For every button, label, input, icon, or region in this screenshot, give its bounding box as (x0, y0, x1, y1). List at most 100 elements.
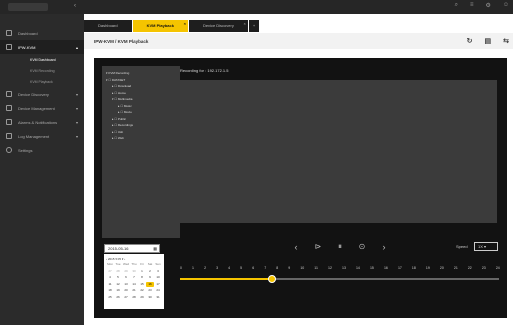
sidebar-item-kvm-recording[interactable]: KVM Recording (0, 65, 84, 76)
sidebar-item-ipw-kvm[interactable]: IPW-KVM ▴ (0, 40, 84, 54)
calendar-day[interactable]: 22 (138, 288, 146, 294)
sidebar-item-device-discovery[interactable]: Device Discovery ▾ (0, 87, 84, 101)
timeline-hour-label: 16 (383, 266, 388, 270)
calendar-day[interactable]: 21 (130, 288, 138, 294)
timeline-hour-label: 21 (453, 266, 458, 270)
timeline-hour-label: 4 (228, 266, 231, 270)
tab-bar: Dashboard KVM Playback × Device Discovery… (84, 20, 260, 32)
calendar-day[interactable]: 11 (106, 282, 114, 288)
pause-icon[interactable]: ⏸ (334, 241, 346, 253)
next-icon[interactable]: › (378, 241, 390, 253)
tab-kvm-playback[interactable]: KVM Playback × (132, 18, 188, 32)
timeline-track[interactable] (180, 275, 499, 283)
timeline-hour-label: 3 (216, 266, 219, 270)
sidebar-item-log-management[interactable]: Log Management ▾ (0, 129, 84, 143)
close-icon[interactable]: × (244, 18, 246, 30)
refresh-icon[interactable]: ↻ (467, 37, 473, 45)
calendar-day[interactable]: 12 (114, 282, 122, 288)
calendar-day[interactable]: 23 (146, 288, 154, 294)
close-icon[interactable]: × (184, 18, 186, 30)
calendar-day[interactable]: 1 (138, 269, 146, 275)
sidebar-item-alarms[interactable]: Alarms & Notifications ▾ (0, 115, 84, 129)
timeline-hour-label: 17 (397, 266, 402, 270)
timeline-hour-label: 23 (481, 266, 486, 270)
tab-device-discovery[interactable]: Device Discovery × (188, 18, 248, 32)
video-viewport[interactable] (180, 80, 497, 223)
calendar-icon[interactable]: ▦ (153, 245, 157, 252)
calendar-day[interactable]: 27 (122, 295, 130, 301)
calendar-day[interactable]: 25 (106, 295, 114, 301)
calendar-day[interactable]: 3 (154, 269, 162, 275)
calendar-day[interactable]: 18 (106, 288, 114, 294)
calendar-day[interactable]: 13 (122, 282, 130, 288)
tab-dashboard[interactable]: Dashboard (84, 20, 132, 32)
calendar-day[interactable]: 9 (146, 275, 154, 281)
sidebar-item-settings[interactable]: Settings (0, 143, 84, 157)
export-icon[interactable]: ▤ (485, 37, 492, 45)
monitor-icon (6, 44, 12, 50)
sidebar: Dashboard IPW-KVM ▴ KVM Dashboard KVM Rec… (0, 14, 84, 325)
timeline-handle[interactable] (267, 275, 276, 283)
date-input[interactable]: 2015-05-16 ▦ (104, 244, 160, 253)
settings-icon[interactable]: ⚙ (485, 2, 490, 9)
speed-select[interactable]: 1X ▾ (474, 242, 498, 251)
calendar-day[interactable]: 29 (138, 295, 146, 301)
calendar-day[interactable]: 14 (130, 282, 138, 288)
calendar-day[interactable]: 16 (146, 281, 154, 287)
search-icon[interactable]: ⌕ (455, 2, 458, 9)
collapse-sidebar-icon[interactable]: ‹ (74, 3, 76, 9)
timeline-hour-label: 24 (495, 266, 500, 270)
calendar-day[interactable]: 6 (122, 275, 130, 281)
timeline-progress (180, 278, 272, 280)
calendar-day[interactable]: 2 (146, 269, 154, 275)
log-icon (6, 133, 12, 139)
calendar-day[interactable]: 30 (146, 295, 154, 301)
calendar-day[interactable]: 24 (154, 288, 162, 294)
calendar-day[interactable]: 31 (154, 295, 162, 301)
calendar-day[interactable]: 28 (130, 295, 138, 301)
alarm-icon (6, 119, 12, 125)
calendar-weekday: Sat (147, 262, 153, 266)
sidebar-item-label: Device Management (18, 105, 55, 111)
timeline-hour-label: 9 (288, 266, 291, 270)
step-back-icon[interactable]: ⊳ (312, 241, 324, 253)
share-icon[interactable]: ⇆ (503, 37, 509, 45)
timeline-hour-label: 22 (467, 266, 472, 270)
calendar-day[interactable]: 28 (114, 269, 122, 275)
timeline-hour-label: 20 (439, 266, 444, 270)
calendar-day[interactable]: 7 (130, 275, 138, 281)
sidebar-item-label: Device Discovery (18, 91, 49, 97)
calendar-day[interactable]: 27 (106, 269, 114, 275)
calendar-day[interactable]: 15 (138, 282, 146, 288)
user-icon[interactable]: ☺ (503, 2, 509, 9)
sidebar-item-dashboard[interactable]: Dashboard (0, 26, 84, 40)
sidebar-item-label: Alarms & Notifications (18, 119, 58, 125)
stop-icon[interactable]: ⊙ (356, 241, 368, 253)
calendar-day[interactable]: 17 (154, 282, 162, 288)
calendar-day[interactable]: 26 (114, 295, 122, 301)
sidebar-item-kvm-playback[interactable]: KVM Playback (0, 76, 84, 87)
chevron-down-icon: ▾ (75, 91, 78, 97)
previous-icon[interactable]: ‹ (290, 241, 302, 253)
tree-item[interactable]: ▸ ☐ Web (106, 135, 176, 142)
sidebar-item-kvm-dashboard[interactable]: KVM Dashboard (0, 54, 84, 65)
calendar-day[interactable]: 29 (122, 269, 130, 275)
calendar-weekday: Sun (155, 262, 161, 266)
calendar-day[interactable]: 30 (130, 269, 138, 275)
top-bar: ‹ ⌕ ≡ ⚙ ☺ (0, 0, 513, 14)
timeline-hour-label: 0 (180, 266, 182, 270)
menu-icon[interactable]: ≡ (470, 2, 474, 9)
calendar-day[interactable]: 19 (114, 288, 122, 294)
calendar-day[interactable]: 20 (122, 288, 130, 294)
calendar-day[interactable]: 10 (154, 275, 162, 281)
calendar-day[interactable]: 5 (114, 275, 122, 281)
sidebar-item-device-management[interactable]: Device Management ▾ (0, 101, 84, 115)
add-tab-button[interactable]: + (248, 20, 260, 32)
speed-label: Speed (456, 244, 468, 249)
sidebar-item-label: IPW-KVM (18, 44, 36, 50)
tab-label: Dashboard (98, 23, 118, 28)
calendar-weekday: Thu (131, 262, 137, 266)
calendar-day[interactable]: 8 (138, 275, 146, 281)
chevron-down-icon: ▾ (75, 119, 78, 125)
calendar-day[interactable]: 4 (106, 275, 114, 281)
